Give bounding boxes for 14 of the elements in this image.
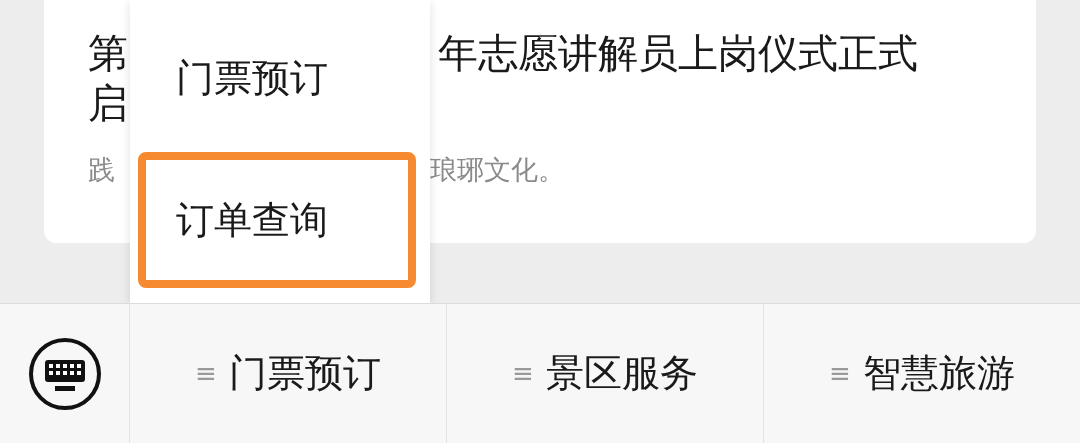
menu-icon: ≡	[512, 354, 534, 393]
menu-item[interactable]: 订单查询	[138, 152, 416, 288]
keyboard-icon[interactable]	[26, 335, 103, 412]
menu-icon: ≡	[829, 354, 851, 393]
article-title: 第	[88, 29, 128, 78]
menu-tab[interactable]: ≡ 景区服务	[447, 304, 764, 443]
article-title: 启	[88, 80, 128, 126]
article-summary: 琅琊文化。	[430, 153, 565, 187]
article-title: 年志愿讲解员上岗仪式正式	[438, 29, 918, 78]
menu-tab[interactable]: ≡ 智慧旅游	[764, 304, 1080, 443]
article-summary: 践	[88, 153, 115, 187]
menu-icon: ≡	[195, 354, 217, 393]
menu-item[interactable]: 门票预订	[130, 46, 328, 110]
menu-tab[interactable]: ≡ 门票预订	[130, 304, 447, 443]
